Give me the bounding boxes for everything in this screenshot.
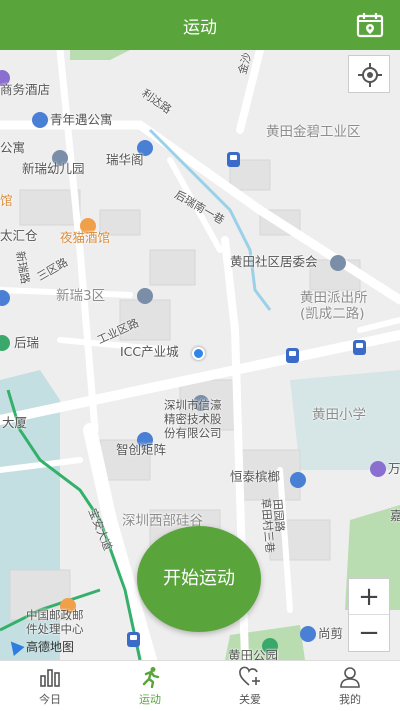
amap-label: 高德地图 [26,640,75,654]
amap-arrow-icon [5,637,25,656]
map-label: 黄田公园 [228,648,279,660]
map-label: 黄田金碧工业区 [266,124,361,140]
map-label: 黄田小学 [312,407,366,423]
heart-plus-icon [239,666,260,686]
running-icon [142,667,160,688]
number7-marker-icon[interactable] [137,288,153,304]
tab-label: 关爱 [239,693,261,706]
start-exercise-button[interactable]: 开始运动 [137,526,261,632]
map-label: 恒泰槟榔 [230,469,281,484]
map-label: 太汇仓 [0,228,38,243]
bus-stop-icon[interactable] [227,152,240,167]
road-label: 田园路 [270,498,287,533]
map-label: 商务酒店 [0,82,51,97]
map-label: 公寓 [0,140,26,155]
target-icon [358,63,382,87]
map-label: ICC产业城 [120,344,179,359]
tab-label: 今日 [39,693,61,706]
user-icon [340,667,360,688]
page-title: 运动 [183,18,217,38]
tab-exercise[interactable]: 运动 [100,661,200,711]
map-label: 智创矩阵 [116,442,167,457]
bus-stop-icon[interactable] [127,632,140,647]
barber-marker-icon[interactable] [300,626,316,642]
calendar-pin-icon[interactable] [356,12,384,38]
map-view[interactable]: 商务酒店 青年遇公寓 公寓 新瑞幼儿园 瑞华阁 馆 太汇仓 夜猫酒馆 新瑞路 三… [0,50,400,660]
bus-stop-icon[interactable] [353,340,366,355]
apartment-marker-icon[interactable] [32,112,48,128]
map-label: 新瑞幼儿园 [22,161,85,176]
tab-mine[interactable]: 我的 [300,661,400,711]
map-label: 尚剪 [318,626,344,641]
map-label: 大厦 [2,415,28,430]
amap-logo: 高德地图 [5,637,75,656]
tab-today[interactable]: 今日 [0,661,100,711]
map-label: 嘉 [390,508,400,523]
map-label: 馆 [0,193,13,208]
bottom-tab-bar: 今日 运动 关爱 我的 [0,660,400,711]
zoom-out-button[interactable]: − [349,615,389,651]
app-header: 运动 [0,0,400,50]
map-label: 中国邮政邮 件处理中心 [26,608,84,636]
map-label: 深圳市信濠 精密技术股 份有限公司 [164,398,222,440]
map-label: 瑞华阁 [106,152,144,167]
bar-chart-icon [40,669,60,687]
company-marker-icon[interactable] [290,472,306,488]
map-label: 后瑞 [14,335,40,350]
map-label: 黄田社区居委会 [230,254,318,269]
map-label: 新瑞3区 [56,288,106,304]
map-label: 青年遇公寓 [50,112,113,127]
zoom-control: + − [348,578,390,652]
map-label: 黄田派出所 (凯成二路) [300,290,368,323]
map-label: 夜猫酒馆 [60,230,111,245]
map-label: 万 [388,461,400,476]
current-location-dot [192,347,205,360]
zoom-in-button[interactable]: + [349,579,389,615]
bus-stop-icon[interactable] [286,348,299,363]
government-marker-icon[interactable] [330,255,346,271]
locate-button[interactable] [348,55,390,93]
tab-label: 运动 [139,693,161,706]
tab-care[interactable]: 关爱 [200,661,300,711]
shop-marker-icon[interactable] [370,461,386,477]
tab-label: 我的 [339,693,361,706]
